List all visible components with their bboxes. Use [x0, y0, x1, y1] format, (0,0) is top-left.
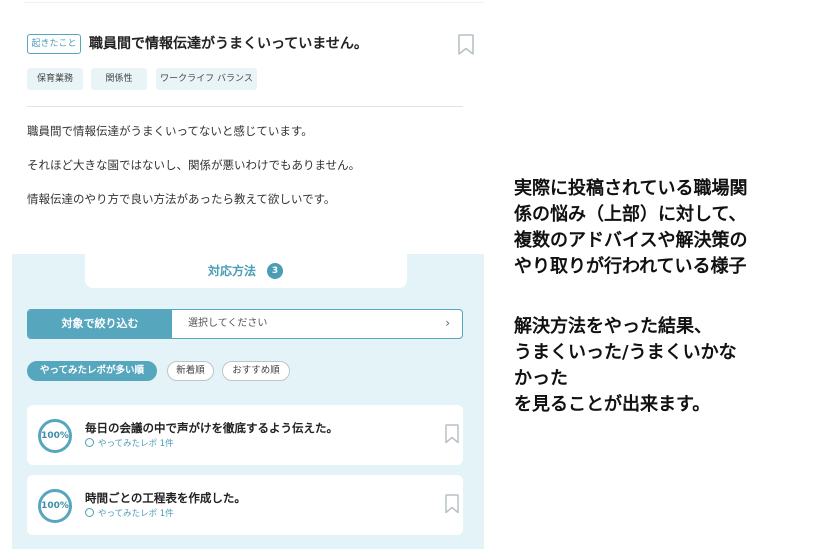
post-body-line: それほど大きな園ではないし、関係が悪いわけでもありません。: [27, 158, 361, 172]
annotation-line: うまくいった/うまくいかな: [514, 342, 737, 363]
answer-card[interactable]: 100% 時間ごとの工程表を作成した。 やってみたレポ 1件: [27, 475, 463, 535]
filter-button[interactable]: 対象で絞り込む: [28, 310, 172, 338]
report-count: やってみたレポ 1件: [85, 508, 174, 520]
annotation-line: 係の悩み（上部）に対して、: [514, 204, 747, 225]
post-header: 起きたこと 職員間で情報伝達がうまくいっていません。: [27, 34, 474, 56]
post-title: 職員間で情報伝達がうまくいっていません。: [89, 36, 368, 52]
bookmark-icon[interactable]: [457, 34, 475, 56]
post-body-line: 職員間で情報伝達がうまくいってないと感じています。: [27, 124, 313, 138]
answers-tab-label: 対応方法: [208, 264, 257, 278]
annotation-line: やり取りが行われている様子: [514, 256, 747, 277]
success-rate-badge: 100%: [41, 501, 69, 511]
topic-chip[interactable]: ワークライフ バランス: [156, 68, 257, 90]
topic-chip[interactable]: 関係性: [91, 68, 147, 90]
report-count-label: やってみたレポ 1件: [98, 509, 174, 519]
answer-title: 時間ごとの工程表を作成した。: [85, 491, 246, 505]
sort-most-reports[interactable]: やってみたレポが多い順: [27, 361, 157, 381]
bookmark-icon[interactable]: [444, 494, 460, 514]
chat-bubble-icon: [85, 438, 94, 447]
filter-select-placeholder[interactable]: 選択してください: [188, 310, 267, 337]
section-divider: [27, 106, 463, 107]
annotation-line: かった: [514, 368, 568, 389]
filter-bar[interactable]: 対象で絞り込む 選択してください ›: [27, 309, 463, 339]
report-count: やってみたレポ 1件: [85, 438, 174, 450]
post-body-line: 情報伝達のやり方で良い方法があったら教えて欲しいです。: [27, 192, 336, 206]
annotation-line: 実際に投稿されている職場関: [514, 178, 748, 199]
bookmark-icon[interactable]: [444, 424, 460, 444]
answers-count-badge: 3: [267, 263, 283, 279]
sort-recommended[interactable]: おすすめ順: [222, 361, 290, 381]
app-screen: 起きたこと 職員間で情報伝達がうまくいっていません。 保育業務 関係性 ワークラ…: [12, 0, 484, 549]
category-tag: 起きたこと: [27, 34, 81, 54]
report-count-label: やってみたレポ 1件: [98, 439, 174, 449]
chat-bubble-icon: [85, 508, 94, 517]
chevron-right-icon: ›: [445, 316, 450, 330]
top-divider: [24, 0, 484, 3]
annotation-line: 複数のアドバイスや解決策の: [514, 230, 748, 251]
annotation-line: 解決方法をやった結果、: [514, 316, 712, 337]
answer-card[interactable]: 100% 毎日の会議の中で声がけを徹底するよう伝えた。 やってみたレポ 1件: [27, 405, 463, 465]
topic-chip[interactable]: 保育業務: [27, 68, 83, 90]
answer-title: 毎日の会議の中で声がけを徹底するよう伝えた。: [85, 421, 338, 435]
sort-newest[interactable]: 新着順: [167, 361, 214, 381]
success-rate-badge: 100%: [41, 431, 69, 441]
annotation-line: を見ることが出来ます。: [514, 394, 711, 415]
